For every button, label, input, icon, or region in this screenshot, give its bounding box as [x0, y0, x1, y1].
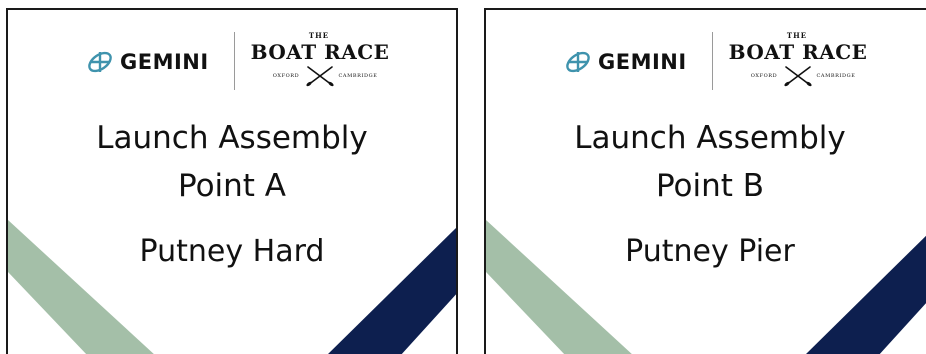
sign-point-b: GEMINI THE BOAT RACE OXFORD CAMBRIDGE La…: [484, 8, 926, 354]
sign-heading: Launch Assembly Point A: [8, 114, 456, 210]
heading-line-1: Launch Assembly: [96, 120, 368, 156]
logo-row: GEMINI THE BOAT RACE OXFORD CAMBRIDGE: [486, 32, 926, 92]
crossed-oars-icon: [784, 66, 812, 87]
event-the: THE: [786, 31, 808, 40]
heading-line-2: Point B: [655, 168, 765, 204]
gemini-logo-icon: [88, 51, 112, 73]
heading-line-1: Launch Assembly: [574, 120, 846, 156]
event-oxford: OXFORD: [272, 73, 300, 79]
event-name: BOAT RACE: [250, 40, 390, 64]
gemini-logo-icon: [566, 51, 590, 73]
sign-heading: Launch Assembly Point B: [486, 114, 926, 210]
event-cambridge: CAMBRIDGE: [338, 73, 378, 79]
event-name: BOAT RACE: [728, 40, 868, 64]
logo-row: GEMINI THE BOAT RACE OXFORD CAMBRIDGE: [8, 32, 456, 92]
sponsor-name: GEMINI: [120, 50, 209, 74]
logo-divider: [234, 32, 235, 90]
sponsor-name: GEMINI: [598, 50, 687, 74]
sign-point-a: GEMINI THE BOAT RACE OXFORD CAMBRIDGE La…: [6, 8, 458, 354]
event-oxford: OXFORD: [750, 73, 778, 79]
logo-divider: [712, 32, 713, 90]
sign-location: Putney Hard: [139, 234, 325, 269]
event-cambridge: CAMBRIDGE: [816, 73, 856, 79]
event-the: THE: [308, 31, 330, 40]
heading-line-2: Point A: [177, 168, 287, 204]
crossed-oars-icon: [306, 66, 334, 87]
sign-location: Putney Pier: [625, 234, 795, 269]
